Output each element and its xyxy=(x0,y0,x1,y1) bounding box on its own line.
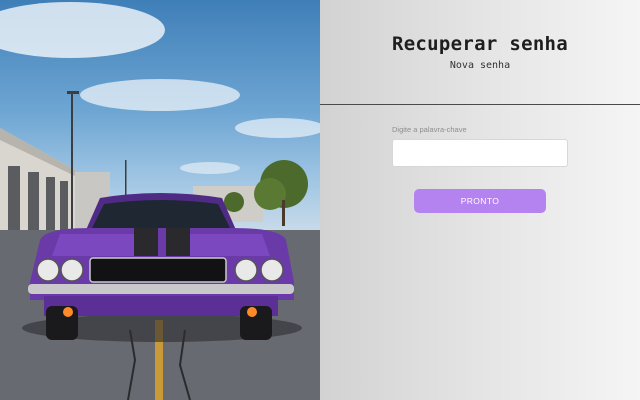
submit-button[interactable]: PRONTO xyxy=(414,189,546,213)
page-subtitle: Nova senha xyxy=(449,60,511,71)
keyword-field-label: Digite a palavra-chave xyxy=(392,125,467,134)
divider xyxy=(320,104,640,105)
page-title: Recuperar senha xyxy=(391,33,569,55)
recover-password-panel: Recuperar senha Nova senha Digite a pala… xyxy=(320,0,640,400)
car-illustration xyxy=(0,2,320,400)
hero-photo-purple-muscle-car xyxy=(0,0,320,400)
keyword-input[interactable] xyxy=(392,139,568,167)
